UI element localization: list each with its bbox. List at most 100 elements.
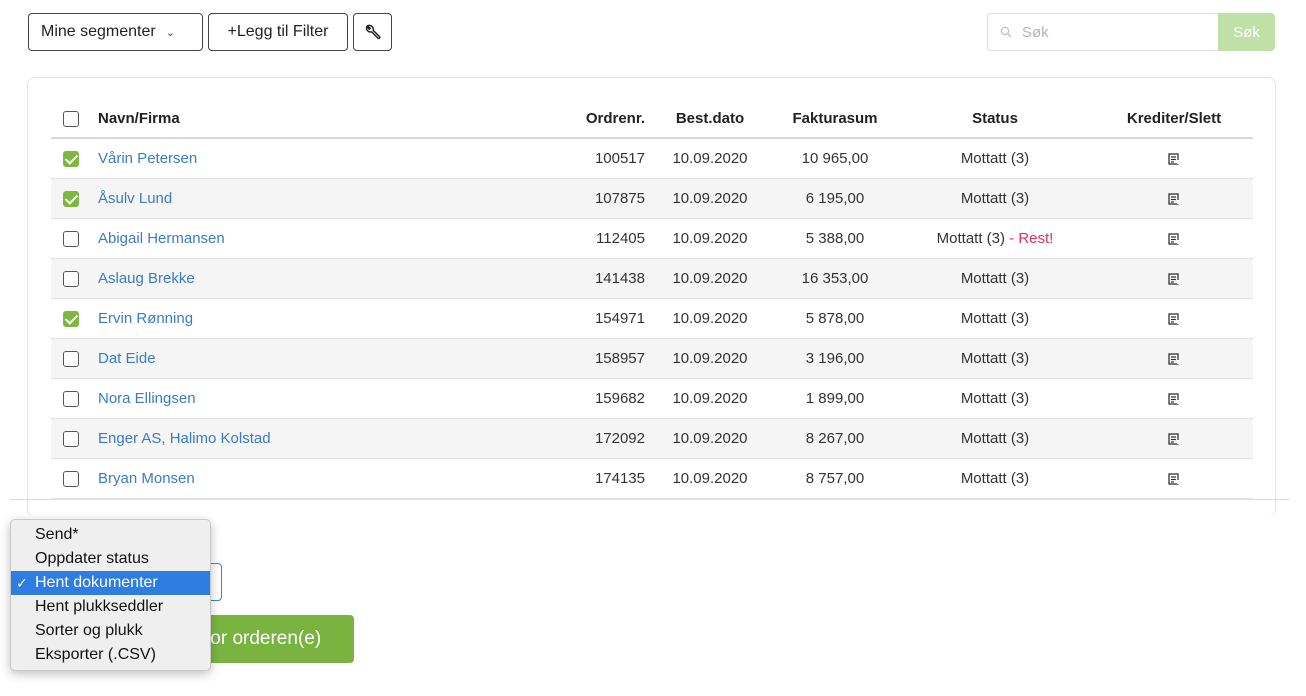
credit-document-icon[interactable] (1168, 232, 1180, 245)
credit-document-icon[interactable] (1168, 392, 1180, 405)
order-number: 159682 (518, 378, 645, 419)
dropdown-option[interactable]: Oppdater status (11, 547, 210, 571)
invoice-sum: 8 757,00 (775, 458, 895, 499)
order-date: 10.09.2020 (645, 178, 775, 219)
row-checkbox-cell[interactable] (51, 178, 98, 219)
header-order[interactable]: Ordrenr. (518, 100, 645, 139)
status-cell: Mottatt (3) (895, 258, 1095, 299)
order-number: 107875 (518, 178, 645, 219)
credit-delete-cell (1095, 258, 1253, 299)
table-row: Aslaug Brekke 141438 10.09.2020 16 353,00 Mo… (51, 258, 1253, 299)
dropdown-option[interactable]: Sorter og plukk (11, 619, 210, 643)
dropdown-option[interactable]: ✓ Hent dokumenter (11, 571, 210, 595)
add-filter-label: +Legg til Filter (227, 23, 329, 40)
table-header: Navn/Firma Ordrenr. Best.dato Fakturasum… (51, 100, 1253, 139)
segments-dropdown[interactable]: Mine segmenter ⌄ (28, 13, 203, 51)
status-cell: Mottatt (3) (895, 458, 1095, 499)
table-row: Åsulv Lund 107875 10.09.2020 6 195,00 Mottat… (51, 178, 1253, 219)
customer-name-link[interactable]: Ervin Rønning (98, 310, 193, 327)
customer-name-link[interactable]: Vårin Petersen (98, 150, 197, 167)
row-checkbox[interactable] (63, 350, 79, 367)
order-number: 100517 (518, 138, 645, 179)
credit-document-icon[interactable] (1168, 272, 1180, 285)
order-date: 10.09.2020 (645, 298, 775, 339)
row-checkbox-cell[interactable] (51, 458, 98, 499)
header-status[interactable]: Status (895, 100, 1095, 139)
credit-document-icon[interactable] (1168, 192, 1180, 205)
dropdown-option[interactable]: Eksporter (.CSV) (11, 643, 210, 667)
row-checkbox[interactable] (63, 230, 79, 247)
header-date[interactable]: Best.dato (645, 100, 775, 139)
select-all-checkbox-cell[interactable] (51, 100, 98, 139)
row-checkbox[interactable] (63, 430, 79, 447)
row-checkbox-cell[interactable] (51, 138, 98, 179)
dropdown-option[interactable]: Hent plukkseddler (11, 595, 210, 619)
settings-button[interactable] (353, 13, 392, 51)
dropdown-option[interactable]: Send* (11, 523, 210, 547)
row-checkbox-cell[interactable] (51, 258, 98, 299)
row-checkbox-cell[interactable] (51, 418, 98, 459)
checkmark-icon: ✓ (16, 575, 28, 591)
invoice-sum: 6 195,00 (775, 178, 895, 219)
header-sum[interactable]: Fakturasum (775, 100, 895, 139)
row-checkbox[interactable] (63, 390, 79, 407)
order-number: 158957 (518, 338, 645, 379)
segments-label: Mine segmenter (41, 23, 156, 40)
customer-name-cell: Aslaug Brekke (98, 258, 518, 299)
credit-delete-cell (1095, 218, 1253, 259)
customer-name-link[interactable]: Bryan Monsen (98, 470, 195, 487)
status-text: Mottatt (3) (960, 149, 1030, 167)
order-date: 10.09.2020 (645, 378, 775, 419)
row-checkbox-cell[interactable] (51, 298, 98, 339)
customer-name-link[interactable]: Dat Eide (98, 350, 156, 367)
table-row: Abigail Hermansen 112405 10.09.2020 5 388,0… (51, 218, 1253, 259)
header-name[interactable]: Navn/Firma (98, 100, 518, 139)
customer-name-cell: Bryan Monsen (98, 458, 518, 499)
customer-name-link[interactable]: Aslaug Brekke (98, 270, 195, 287)
row-checkbox-cell[interactable] (51, 338, 98, 379)
row-checkbox[interactable] (63, 310, 79, 327)
credit-document-icon[interactable] (1168, 312, 1180, 325)
row-checkbox-cell[interactable] (51, 218, 98, 259)
customer-name-link[interactable]: Enger AS, Halimo Kolstad (98, 430, 271, 447)
customer-name-cell: Nora Ellingsen (98, 378, 518, 419)
row-checkbox[interactable] (63, 270, 79, 287)
divider (10, 499, 1290, 500)
search-placeholder: Søk (1022, 23, 1049, 41)
status-text: Mottatt (3) (960, 269, 1030, 287)
table-row: Ervin Rønning 154971 10.09.2020 5 878,00 Mot… (51, 298, 1253, 339)
row-checkbox[interactable] (63, 190, 79, 207)
order-date: 10.09.2020 (645, 218, 775, 259)
status-text: Mottatt (3) (960, 389, 1030, 407)
row-checkbox[interactable] (63, 470, 79, 487)
credit-document-icon[interactable] (1168, 352, 1180, 365)
dropdown-option-label: Oppdater status (35, 550, 149, 567)
action-dropdown-menu[interactable]: Send* Oppdater status ✓ Hent dokumenter Hent… (10, 519, 211, 671)
customer-name-link[interactable]: Nora Ellingsen (98, 390, 196, 407)
status-cell: Mottatt (3) - Rest! (895, 218, 1095, 259)
dropdown-option-label: Send* (35, 526, 79, 543)
customer-name-link[interactable]: Åsulv Lund (98, 190, 172, 207)
dropdown-option-label: Hent plukkseddler (35, 598, 164, 615)
customer-name-link[interactable]: Abigail Hermansen (98, 230, 225, 247)
status-text: Mottatt (3) (960, 309, 1030, 327)
credit-document-icon[interactable] (1168, 432, 1180, 445)
row-checkbox[interactable] (63, 150, 79, 167)
credit-delete-cell (1095, 338, 1253, 379)
add-filter-button[interactable]: +Legg til Filter (208, 13, 348, 51)
search-button[interactable]: Søk (1218, 13, 1275, 51)
customer-name-cell: Abigail Hermansen (98, 218, 518, 259)
table-row: Bryan Monsen 174135 10.09.2020 8 757,00 Mott… (51, 458, 1253, 499)
dropdown-option-label: Hent dokumenter (35, 574, 158, 591)
search-input[interactable]: Søk (987, 13, 1218, 51)
order-number: 141438 (518, 258, 645, 299)
status-cell: Mottatt (3) (895, 138, 1095, 179)
credit-delete-cell (1095, 418, 1253, 459)
status-text: Mottatt (3) (960, 469, 1030, 487)
credit-document-icon[interactable] (1168, 472, 1180, 485)
status-text: Mottatt (3) (936, 229, 1005, 247)
row-checkbox-cell[interactable] (51, 378, 98, 419)
select-all-checkbox[interactable] (63, 111, 79, 128)
order-number: 154971 (518, 298, 645, 339)
credit-document-icon[interactable] (1168, 153, 1180, 165)
